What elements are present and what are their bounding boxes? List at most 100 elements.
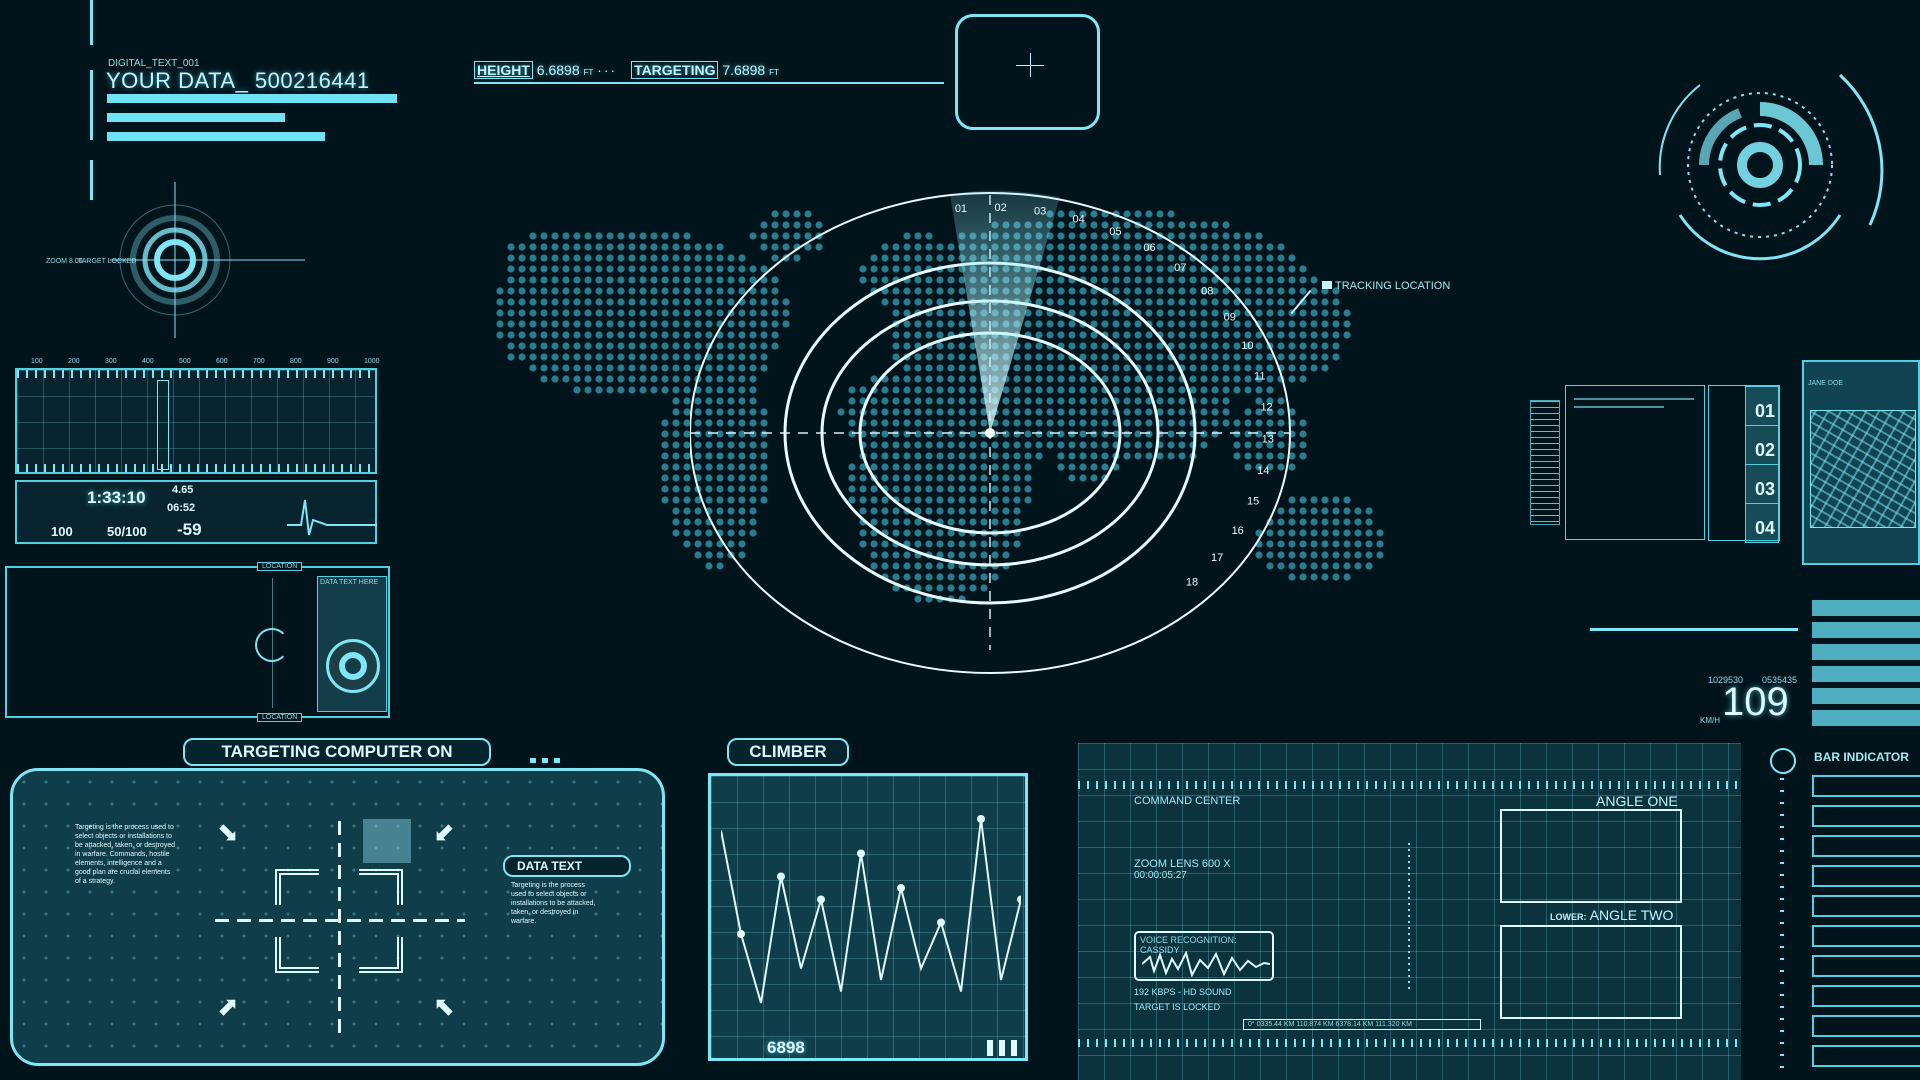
map-dot	[1332, 320, 1340, 328]
audio-quality: 192 KBPS - HD SOUND	[1134, 987, 1232, 997]
map-dot	[595, 364, 603, 372]
map-dot	[628, 375, 636, 383]
monitor-stats-panel: 1:33:10 4.65 06:52 100 50/100 -59	[15, 480, 377, 544]
map-dot	[1343, 496, 1351, 504]
map-dot	[650, 364, 658, 372]
map-dot	[672, 265, 680, 273]
right-edge-bars	[1812, 600, 1920, 730]
map-dot	[518, 353, 526, 361]
map-dot	[529, 298, 537, 306]
ruler-label: 400	[142, 358, 154, 365]
map-dot	[551, 298, 559, 306]
map-dot	[1299, 419, 1307, 427]
coords-readout: 0° 0335.44 KM 110.874 KM 6378.14 KM 111.…	[1243, 1019, 1481, 1030]
map-dot	[606, 287, 614, 295]
mini-map	[1810, 410, 1916, 528]
arrow-sw-icon: ⬈	[217, 991, 239, 1021]
map-dot	[1299, 265, 1307, 273]
map-dot	[639, 364, 647, 372]
lower-label: LOWER:	[1550, 912, 1587, 922]
map-dot	[562, 364, 570, 372]
map-dot	[1332, 573, 1340, 581]
arrow-ne-icon[interactable]: ⬋	[433, 819, 455, 845]
ruler-label: 1000	[364, 358, 380, 365]
map-dot	[540, 342, 548, 350]
radar-sweep	[950, 190, 1060, 433]
map-dot	[551, 276, 559, 284]
map-dot	[1310, 331, 1318, 339]
map-dot	[1332, 507, 1340, 515]
data-text-body: Targeting is the process used to select …	[511, 882, 596, 925]
list-number-03: 03	[1745, 464, 1779, 504]
map-dot	[1299, 276, 1307, 284]
radar-tick-label: 03	[1034, 206, 1046, 218]
rotating-rings-icon	[1658, 73, 1884, 261]
map-dot	[1310, 562, 1318, 570]
map-dot	[529, 287, 537, 295]
map-dot	[496, 331, 504, 339]
map-dot	[584, 331, 592, 339]
map-dot	[617, 353, 625, 361]
map-dot	[1299, 320, 1307, 328]
map-dot	[507, 276, 515, 284]
header-underline	[474, 82, 944, 84]
map-dot	[584, 342, 592, 350]
map-dot	[507, 331, 515, 339]
map-dot	[507, 342, 515, 350]
map-dot	[672, 507, 680, 515]
map-dot	[573, 386, 581, 394]
map-dot	[595, 375, 603, 383]
map-dot	[672, 463, 680, 471]
map-dot	[496, 320, 504, 328]
map-dot	[1310, 298, 1318, 306]
map-dot	[1365, 551, 1373, 559]
map-dot	[617, 386, 625, 394]
map-dot	[617, 276, 625, 284]
bar-indicator-gauge	[1780, 778, 1784, 1078]
ruler-label: 900	[327, 358, 339, 365]
climber-point	[937, 918, 945, 927]
map-dot	[551, 353, 559, 361]
map-dot	[661, 320, 669, 328]
map-dot	[650, 331, 658, 339]
heartbeat-icon	[287, 499, 377, 536]
map-dot	[1365, 518, 1373, 526]
map-dot	[661, 474, 669, 482]
map-dot	[1332, 309, 1340, 317]
map-dot	[551, 254, 559, 262]
bar-indicator-row	[1812, 925, 1920, 947]
monitor-time: 1:33:10	[87, 488, 146, 507]
map-dot	[639, 265, 647, 273]
map-dot	[529, 320, 537, 328]
map-dot	[562, 298, 570, 306]
location-side-panel: DATA TEXT HERE	[317, 576, 387, 712]
targeting-unit: FT	[769, 68, 779, 77]
climber-point	[1017, 895, 1021, 904]
map-dot	[562, 353, 570, 361]
map-dot	[1310, 518, 1318, 526]
location-speaker-icon	[326, 639, 380, 693]
map-dot	[1299, 375, 1307, 383]
bar-indicator-ring-icon	[1770, 748, 1796, 774]
map-dot	[1310, 529, 1318, 537]
radar-tick-label: 06	[1143, 242, 1155, 254]
targeting-computer-title: TARGETING COMPUTER ON	[183, 738, 491, 766]
map-dot	[628, 232, 636, 240]
map-dot	[650, 386, 658, 394]
map-dot	[529, 276, 537, 284]
map-dot	[595, 386, 603, 394]
map-dot	[518, 342, 526, 350]
map-dot	[1310, 496, 1318, 504]
map-dot	[672, 408, 680, 416]
map-dot	[617, 364, 625, 372]
focus-bracket-tl	[275, 869, 319, 905]
map-dot	[595, 276, 603, 284]
map-dot	[540, 309, 548, 317]
map-dot	[672, 320, 680, 328]
voice-recognition-box: VOICE RECOGNITION: CASSIDY	[1134, 931, 1274, 981]
map-dot	[672, 331, 680, 339]
your-data-title: YOUR DATA_ 500216441	[106, 68, 370, 93]
map-dot	[661, 309, 669, 317]
map-dot	[1332, 551, 1340, 559]
map-dot	[584, 320, 592, 328]
